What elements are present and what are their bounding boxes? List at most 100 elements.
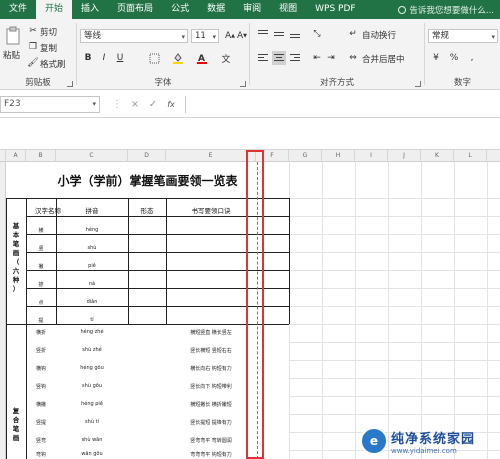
font-color-icon[interactable]: A xyxy=(195,51,209,65)
more-icon: ⋮ xyxy=(112,99,122,110)
wrap-text-icon: ↵ xyxy=(349,29,357,39)
cut-button[interactable]: 剪切 xyxy=(40,26,57,38)
wrap-text-button[interactable]: 自动换行 xyxy=(362,29,396,41)
tell-me-box[interactable]: 告诉我您想要做什么... xyxy=(398,4,500,16)
bold-button[interactable]: B xyxy=(81,51,95,65)
table-cell: 提 xyxy=(38,318,44,324)
fx-icon[interactable]: fx xyxy=(164,96,178,113)
column-header[interactable]: M xyxy=(487,150,500,162)
tab-formulas[interactable]: 公式 xyxy=(162,0,198,19)
tab-data[interactable]: 数据 xyxy=(198,0,234,19)
tab-home[interactable]: 开始 xyxy=(36,0,73,19)
group-label-compound: 复合笔画 xyxy=(12,407,20,442)
table-cell: 撇 xyxy=(38,264,44,270)
tab-file[interactable]: 文件 xyxy=(0,0,36,19)
currency-icon[interactable]: ¥ xyxy=(429,51,443,65)
comma-icon[interactable]: , xyxy=(465,51,479,65)
alignment-launcher-icon[interactable] xyxy=(415,81,421,87)
number-group: 常规 ▾ ¥ % , 数字 xyxy=(425,19,500,90)
header-pinyin: 拼音 xyxy=(85,207,99,215)
highlight-box xyxy=(246,150,264,459)
table-border xyxy=(56,198,57,324)
copy-icon: ❐ xyxy=(28,42,38,52)
chevron-down-icon: ▾ xyxy=(181,33,185,41)
table-cell: 弯钩 xyxy=(35,452,46,458)
group-label-basic: 基本笔画（六种） xyxy=(12,222,20,293)
column-header[interactable]: D xyxy=(128,150,166,162)
table-cell: shù zhé xyxy=(82,347,102,353)
format-painter-icon: 🖌 xyxy=(27,58,39,68)
paste-label: 粘贴 xyxy=(3,51,21,61)
tab-insert[interactable]: 插入 xyxy=(72,0,108,19)
excel-window: 文件 开始 插入 页面布局 公式 数据 审阅 视图 WPS PDF 告诉我您想要… xyxy=(0,0,500,459)
paste-button[interactable] xyxy=(3,25,23,47)
table-cell: tí xyxy=(90,317,94,323)
site-logo: e xyxy=(360,427,388,455)
table-border xyxy=(128,198,129,324)
align-center-icon[interactable] xyxy=(272,51,286,65)
table-cell: 横撇 xyxy=(35,402,46,408)
table-cell: 弯弯弯平 钩短有力 xyxy=(190,452,232,458)
toolbar-spacer xyxy=(0,118,500,150)
align-right-icon[interactable] xyxy=(288,51,302,65)
column-header[interactable]: A xyxy=(6,150,26,162)
column-header[interactable]: J xyxy=(388,150,421,162)
column-header[interactable]: H xyxy=(322,150,355,162)
ribbon-tab-bar: 文件 开始 插入 页面布局 公式 数据 审阅 视图 WPS PDF 告诉我您想要… xyxy=(0,0,500,19)
decrease-indent-icon[interactable]: ⇤ xyxy=(310,51,324,65)
format-painter-button[interactable]: 格式刷 xyxy=(40,58,66,70)
column-header[interactable]: C xyxy=(56,150,128,162)
chevron-down-icon: ▾ xyxy=(212,33,216,41)
font-size-select[interactable]: 11 ▾ xyxy=(191,29,219,43)
merge-center-button[interactable]: 合并后居中 xyxy=(362,53,405,65)
font-launcher-icon[interactable] xyxy=(240,81,246,87)
column-header[interactable]: G xyxy=(289,150,322,162)
font-name-value: 等线 xyxy=(84,31,102,41)
column-header[interactable]: I xyxy=(355,150,388,162)
decrease-font-icon[interactable]: A ▼ xyxy=(235,29,249,43)
align-top-icon[interactable] xyxy=(256,27,270,41)
copy-button[interactable]: 复制 xyxy=(40,42,57,54)
font-name-select[interactable]: 等线 ▾ xyxy=(80,29,188,43)
watermark: e 纯净系统家园 www.yidaimei.com xyxy=(360,423,500,459)
column-header[interactable]: K xyxy=(421,150,454,162)
column-header[interactable]: L xyxy=(454,150,487,162)
table-cell: héng zhé xyxy=(80,329,104,335)
tab-wps-pdf[interactable]: WPS PDF xyxy=(306,0,364,19)
percent-icon[interactable]: % xyxy=(447,51,461,65)
name-box[interactable]: F23 ▾ xyxy=(0,96,100,113)
table-cell: 捺 xyxy=(38,282,44,288)
tell-me-text: 告诉我您想要做什么... xyxy=(409,5,494,16)
align-middle-icon[interactable] xyxy=(272,27,286,41)
align-bottom-icon[interactable] xyxy=(288,27,302,41)
border-icon[interactable] xyxy=(147,51,161,65)
tab-page-layout[interactable]: 页面布局 xyxy=(108,0,162,19)
table-cell: piě xyxy=(88,263,96,269)
lightbulb-icon xyxy=(398,5,407,14)
column-header[interactable]: B xyxy=(26,150,56,162)
table-cell: héng xyxy=(85,227,99,233)
column-header[interactable]: E xyxy=(166,150,256,162)
paste-icon xyxy=(6,26,20,45)
align-left-icon[interactable] xyxy=(256,51,270,65)
clipboard-launcher-icon[interactable] xyxy=(67,81,73,87)
number-format-select[interactable]: 常规 ▾ xyxy=(428,29,498,43)
increase-indent-icon[interactable]: ⇥ xyxy=(324,51,338,65)
table-border xyxy=(289,198,290,324)
watermark-url: www.yidaimei.com xyxy=(391,446,457,455)
italic-button[interactable]: I xyxy=(97,51,111,65)
fill-color-icon[interactable] xyxy=(171,51,185,65)
underline-button[interactable]: U xyxy=(113,51,127,65)
confirm-icon[interactable]: ✓ xyxy=(146,96,160,113)
watermark-text: 纯净系统家园 www.yidaimei.com xyxy=(391,428,475,455)
table-cell: 竖 xyxy=(38,246,44,252)
table-cell: 竖弯 xyxy=(35,438,46,444)
phonetic-icon[interactable]: 文 xyxy=(219,51,233,65)
table-cell: 竖提 xyxy=(35,420,46,426)
cut-icon: ✂ xyxy=(29,26,37,36)
tab-view[interactable]: 视图 xyxy=(270,0,306,19)
tab-review[interactable]: 审阅 xyxy=(234,0,270,19)
cancel-icon[interactable]: × xyxy=(128,96,142,113)
formula-input[interactable] xyxy=(185,96,500,113)
text-direction-icon[interactable]: ⤡ xyxy=(310,27,324,41)
